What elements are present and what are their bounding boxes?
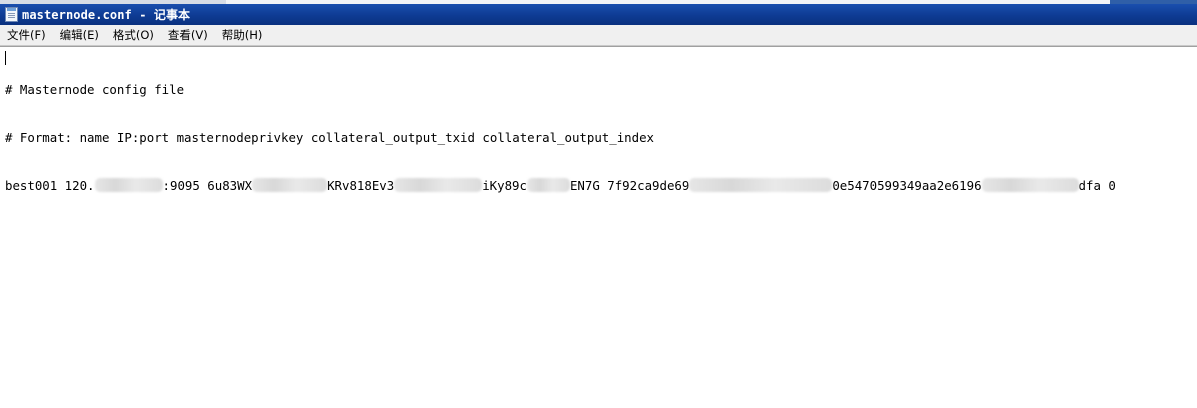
line3-segment-2: :9095 6u83WX	[162, 178, 253, 193]
title-bar[interactable]: masternode.conf - 记事本	[0, 4, 1197, 25]
redacted-txid-part-1	[689, 178, 833, 192]
line3-segment-3: KRv818Ev3	[327, 178, 395, 193]
window-title: masternode.conf - 记事本	[22, 8, 191, 22]
menu-format[interactable]: 格式(O)	[106, 25, 161, 45]
line3-segment-7: dfa 0	[1078, 178, 1116, 193]
text-line-3: best001 120. :9095 6u83WX KRv818Ev3 iKy89c E…	[5, 178, 1197, 194]
line3-segment-6: 0e5470599349aa2e6196	[832, 178, 982, 193]
text-line-2: # Format: name IP:port masternodeprivkey…	[5, 130, 655, 145]
menu-view[interactable]: 查看(V)	[161, 25, 215, 45]
redacted-txid-part-2	[981, 178, 1079, 192]
text-editor[interactable]: # Masternode config file # Format: name …	[0, 46, 1197, 408]
notepad-icon[interactable]	[5, 7, 18, 22]
menu-help[interactable]: 帮助(H)	[215, 25, 270, 45]
editor-content[interactable]: # Masternode config file # Format: name …	[5, 50, 1197, 226]
menu-bar: 文件(F) 编辑(E) 格式(O) 查看(V) 帮助(H)	[0, 25, 1197, 46]
redacted-privkey-part-3	[526, 178, 570, 192]
notepad-window: masternode.conf - 记事本 文件(F) 编辑(E) 格式(O) …	[0, 0, 1197, 408]
menu-edit[interactable]: 编辑(E)	[53, 25, 106, 45]
menu-file[interactable]: 文件(F)	[0, 25, 53, 45]
redacted-privkey-part-1	[252, 178, 328, 192]
redacted-ip	[94, 178, 163, 192]
line3-segment-1: best001 120.	[5, 178, 95, 193]
line3-segment-5: EN7G 7f92ca9de69	[569, 178, 690, 193]
line3-segment-4: iKy89c	[482, 178, 527, 193]
text-line-1: # Masternode config file	[5, 82, 185, 97]
redacted-privkey-part-2	[394, 178, 483, 192]
